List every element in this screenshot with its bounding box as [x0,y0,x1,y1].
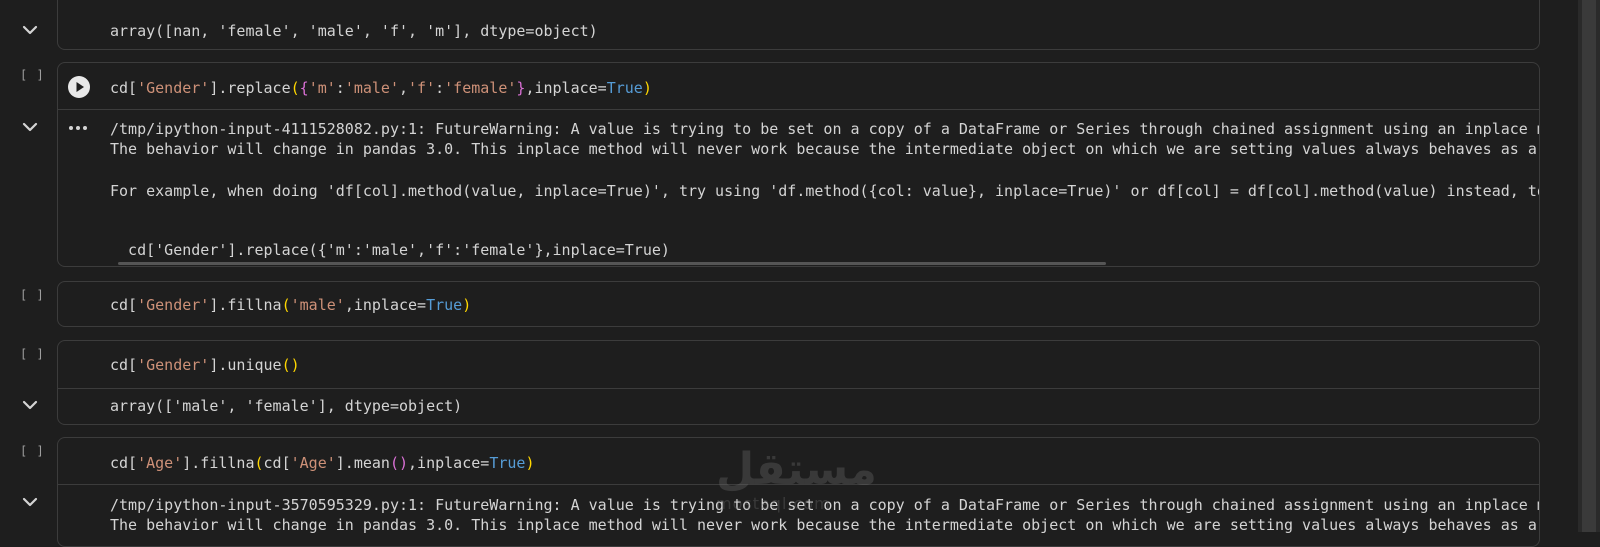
watermark-logo: مستقل [716,444,877,495]
code-token: , [399,79,409,97]
execution-count: [ ] [20,347,45,361]
output-divider [58,388,1539,389]
code-token: 'Age' [290,454,336,472]
code-cell-1: cd['Gender'].replace({'m':'male','f':'fe… [57,62,1540,267]
code-token: : [335,79,345,97]
code-token: 'female' [444,79,517,97]
code-token: True [489,454,526,472]
code-token: ) [642,79,652,97]
code-token: cd[ [263,454,291,472]
code-token: ) [462,296,472,314]
execution-count: [ ] [20,68,45,82]
code-cell-3: cd['Gender'].unique() array(['male', 'fe… [57,340,1540,425]
code-token: cd[ [110,356,138,374]
code-token: ].unique [209,356,282,374]
warning-line: For example, when doing 'df[col].method(… [110,182,1540,200]
code-token: 'Gender' [137,79,210,97]
code-token: ,inplace= [525,79,607,97]
code-line[interactable]: cd['Gender'].replace({'m':'male','f':'fe… [110,79,652,97]
watermark-url: mostaql.com [716,494,831,513]
code-token: ,inplace= [408,454,490,472]
warning-line: The behavior will change in pandas 3.0. … [110,516,1537,534]
ellipsis-icon[interactable] [68,125,88,131]
code-token: ].mean [335,454,390,472]
warning-line: cd['Gender'].replace({'m':'male','f':'fe… [110,241,670,259]
output-text: array([nan, 'female', 'male', 'f', 'm'],… [110,22,598,40]
output-cell-0: array([nan, 'female', 'male', 'f', 'm'],… [57,0,1540,50]
code-token: ].fillna [182,454,255,472]
code-token: cd[ [110,296,138,314]
code-token: 'f' [408,79,436,97]
code-token: ) [525,454,535,472]
warning-line: /tmp/ipython-input-4111528082.py:1: Futu… [110,120,1540,138]
run-cell-button[interactable] [68,76,90,98]
chevron-down-icon[interactable] [22,497,38,507]
scrollbar-track[interactable] [1578,0,1600,532]
code-token: 'male' [344,79,399,97]
code-token: () [281,356,300,374]
code-token: ( [254,454,264,472]
code-line[interactable]: cd['Gender'].fillna('male',inplace=True) [110,296,471,314]
code-token: ].replace [209,79,291,97]
code-line[interactable]: cd['Age'].fillna(cd['Age'].mean(),inplac… [110,454,534,472]
code-token: : [435,79,445,97]
output-divider [58,109,1539,110]
execution-count: [ ] [20,288,45,302]
code-token: 'm' [308,79,336,97]
chevron-down-icon[interactable] [22,122,38,132]
chevron-down-icon[interactable] [22,25,38,35]
code-token: ,inplace= [344,296,427,314]
watermark: مستقل mostaql.com [716,444,877,514]
code-token: ( [290,79,300,97]
code-token: 'male' [290,296,345,314]
warning-line: The behavior will change in pandas 3.0. … [110,140,1537,158]
code-token: { [299,79,309,97]
output-text: array(['male', 'female'], dtype=object) [110,397,463,415]
code-token: True [426,296,463,314]
code-token: cd[ [110,454,138,472]
code-token: True [606,79,643,97]
code-line[interactable]: cd['Gender'].unique() [110,356,300,374]
play-icon [76,82,84,92]
code-token: ].fillna [209,296,282,314]
code-token: () [389,454,409,472]
code-token: cd[ [110,79,138,97]
execution-count: [ ] [20,444,45,458]
code-token: 'Gender' [137,296,210,314]
code-token: 'Gender' [137,356,210,374]
code-token: 'Age' [137,454,183,472]
horizontal-scrollbar[interactable] [118,262,1106,265]
chevron-down-icon[interactable] [22,400,38,410]
code-token: ( [281,296,291,314]
scrollbar-thumb[interactable] [1582,0,1596,532]
code-cell-2: cd['Gender'].fillna('male',inplace=True) [57,281,1540,327]
